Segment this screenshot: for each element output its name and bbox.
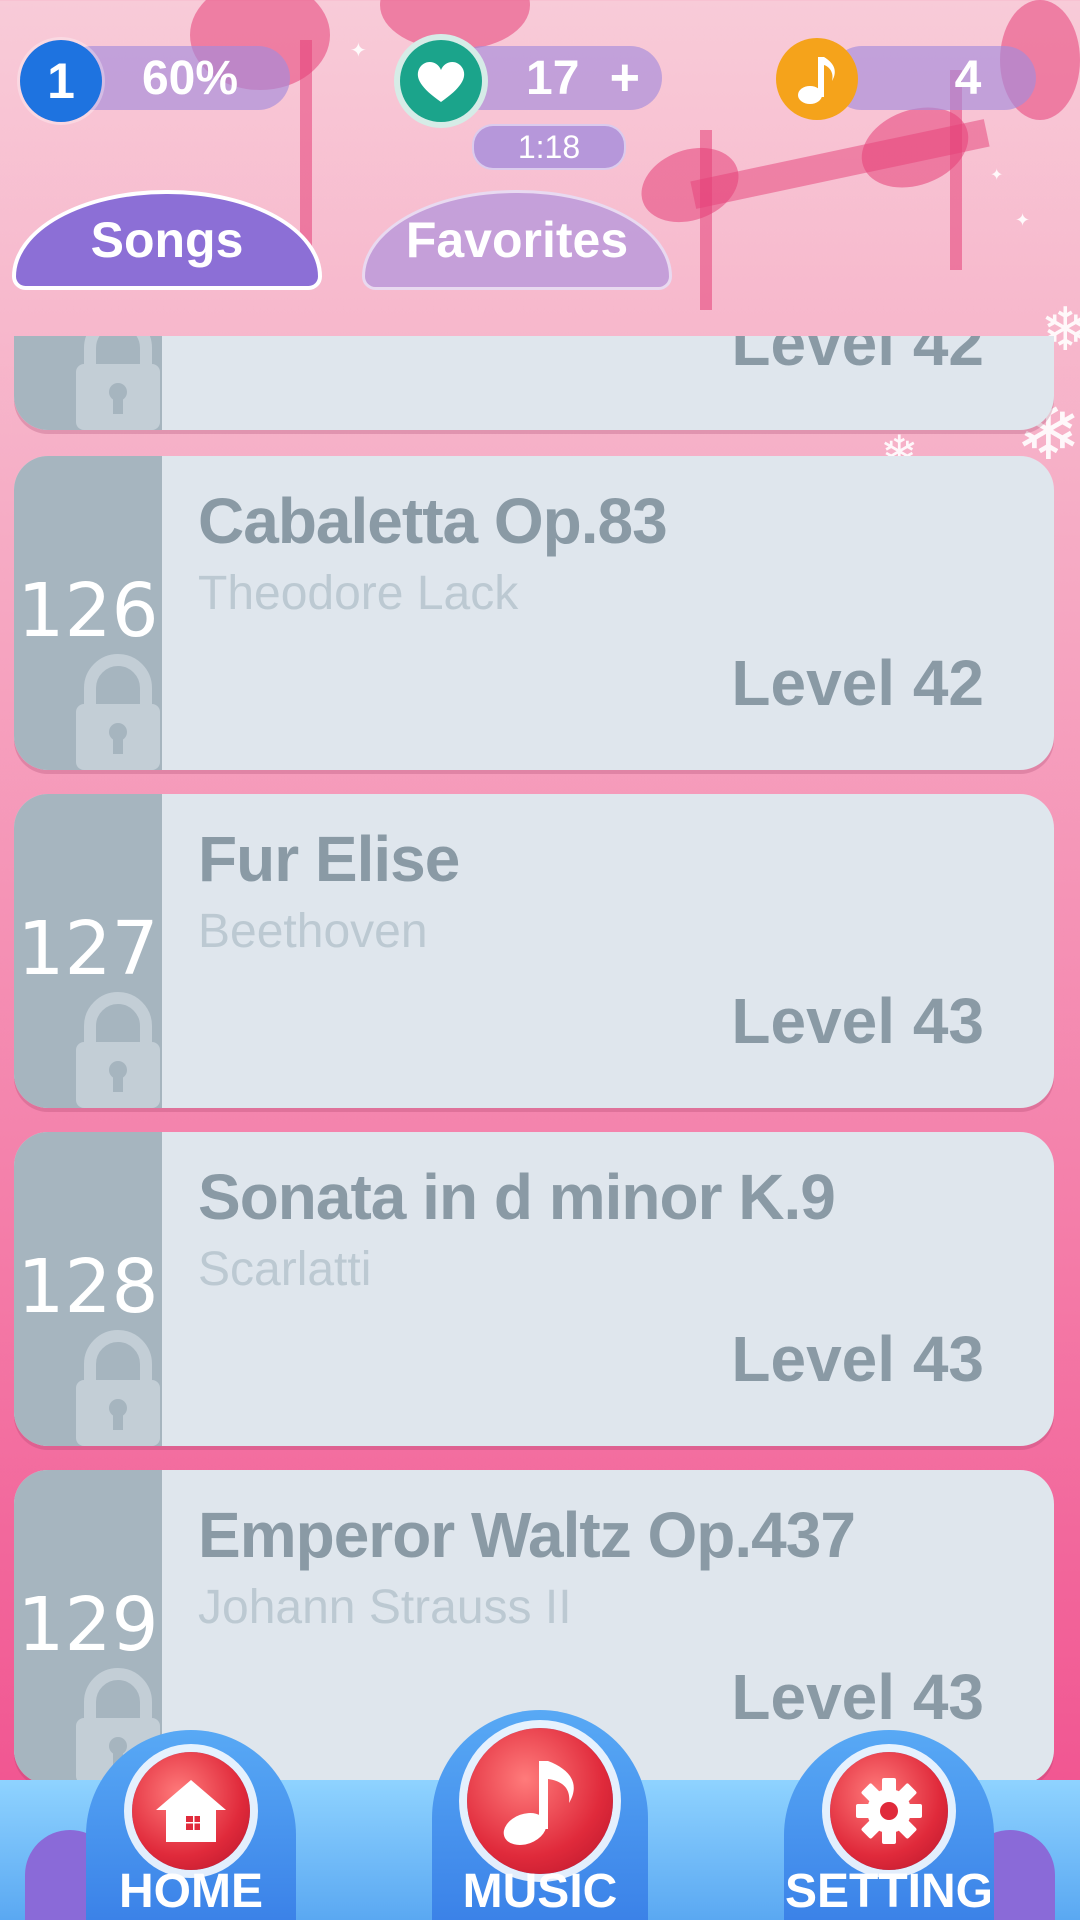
song-composer: Theodore Lack xyxy=(198,567,519,620)
song-number: 126 xyxy=(17,568,159,654)
notes-count: 4 xyxy=(954,51,982,105)
song-number: 129 xyxy=(17,1582,159,1668)
music-note-icon xyxy=(776,38,858,120)
player-level-badge: 1 xyxy=(20,40,102,122)
player-level: 1 xyxy=(47,53,75,109)
heart-icon xyxy=(400,40,482,122)
nav-music-label: MUSIC xyxy=(462,1865,618,1918)
music-note-icon xyxy=(467,1728,613,1874)
song-level: Level 42 xyxy=(731,647,984,719)
song-title: Emperor Waltz Op.437 xyxy=(198,1499,856,1571)
song-level: Level 42 xyxy=(731,336,984,379)
song-card[interactable]: 127 Fur Elise Beethoven Level 43 xyxy=(14,794,1054,1108)
nav-setting-label: SETTING xyxy=(784,1865,993,1918)
song-title: Cabaletta Op.83 xyxy=(198,485,668,557)
song-list[interactable]: Level 42 126 Cabaletta Op.83 Theodore La… xyxy=(14,336,1056,1786)
lock-icon xyxy=(76,654,160,770)
song-level: Level 43 xyxy=(731,1661,984,1733)
song-level: Level 43 xyxy=(731,1323,984,1395)
add-lives-button[interactable]: + xyxy=(610,48,640,108)
tab-favorites[interactable]: Favorites xyxy=(362,190,672,290)
song-number: 127 xyxy=(17,906,159,992)
song-composer: Beethoven xyxy=(198,905,428,958)
song-composer: Johann Strauss II xyxy=(198,1581,572,1634)
song-title: Fur Elise xyxy=(198,823,460,895)
lives-count: 17 xyxy=(526,51,580,105)
home-icon xyxy=(132,1752,250,1870)
song-number: 128 xyxy=(17,1244,159,1330)
song-level: Level 43 xyxy=(731,985,984,1057)
progress-text: 60% xyxy=(141,51,239,105)
tab-favorites-label: Favorites xyxy=(405,212,629,268)
tab-songs-label: Songs xyxy=(90,212,244,268)
nav-home-label: HOME xyxy=(119,1865,263,1918)
lock-icon xyxy=(76,992,160,1108)
song-title: Sonata in d minor K.9 xyxy=(198,1161,836,1233)
song-card[interactable]: 126 Cabaletta Op.83 Theodore Lack Level … xyxy=(14,456,1054,770)
lives-timer: 1:18 xyxy=(472,124,626,170)
lock-icon xyxy=(76,1330,160,1446)
tab-songs[interactable]: Songs xyxy=(12,190,322,290)
nav-music-button[interactable]: MUSIC xyxy=(432,1710,648,1920)
song-composer: Scarlatti xyxy=(198,1243,372,1296)
notes-pill: 4 xyxy=(830,46,1036,110)
song-card[interactable]: Level 42 xyxy=(14,336,1054,430)
gear-icon xyxy=(830,1752,948,1870)
song-card[interactable]: 128 Sonata in d minor K.9 Scarlatti Leve… xyxy=(14,1132,1054,1446)
lock-icon xyxy=(76,336,160,430)
